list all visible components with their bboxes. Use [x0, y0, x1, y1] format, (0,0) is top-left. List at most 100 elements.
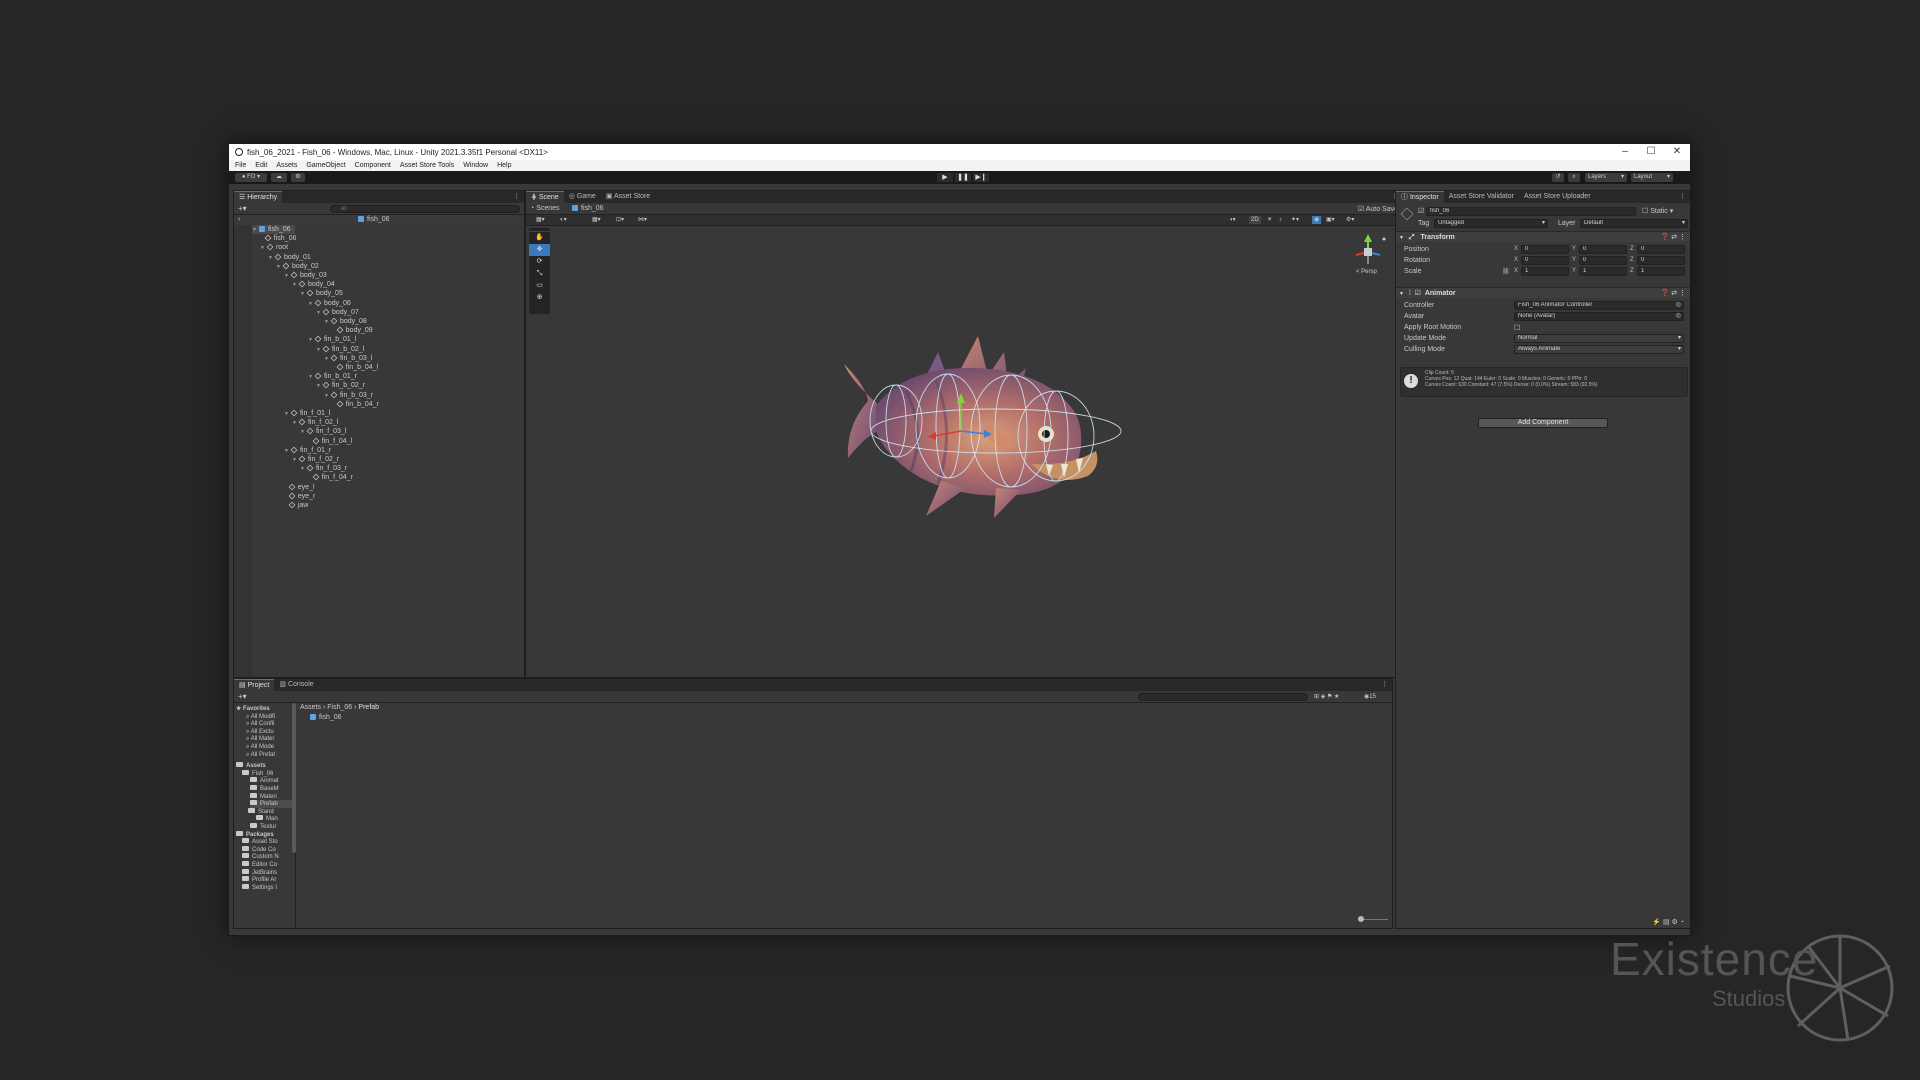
- hierarchy-item[interactable]: ▼ fin_f_01_r: [284, 446, 331, 455]
- chevron-down-icon[interactable]: ▾: [1678, 335, 1681, 342]
- scenes-breadcrumb[interactable]: ◔ Scenes: [530, 205, 560, 212]
- foldout-arrow-icon[interactable]: ▼: [260, 245, 265, 251]
- hierarchy-item[interactable]: ▼ root: [260, 243, 288, 252]
- search-icon[interactable]: ⌕: [1568, 173, 1580, 182]
- object-picker-icon[interactable]: ◎: [1676, 313, 1681, 320]
- hidden-objects-toggle[interactable]: ◉: [1312, 216, 1322, 224]
- foldout-arrow-icon[interactable]: ▼: [324, 356, 329, 362]
- maximize-button[interactable]: ☐: [1638, 144, 1664, 160]
- grid-snapping-dropdown[interactable]: ▦▾: [592, 215, 601, 226]
- hierarchy-search-input[interactable]: All: [330, 205, 520, 213]
- account-dropdown[interactable]: ● FO ▾: [235, 173, 267, 182]
- shading-dropdown[interactable]: ◑▾: [1229, 215, 1236, 226]
- hierarchy-item[interactable]: fish_06: [260, 234, 296, 243]
- chevron-down-icon[interactable]: ▾: [1678, 346, 1681, 353]
- hierarchy-item[interactable]: eye_l: [284, 483, 315, 492]
- status-bar-icons[interactable]: ⚡ ▤ ⚙ ◔: [1652, 918, 1684, 926]
- hierarchy-item[interactable]: fin_b_04_l: [332, 363, 378, 372]
- menu-assets[interactable]: Assets: [276, 162, 297, 169]
- foldout-arrow-icon[interactable]: ▼: [316, 383, 321, 389]
- component-menu-icons[interactable]: ❓ ⇄ ⋮: [1661, 232, 1686, 243]
- menu-edit[interactable]: Edit: [255, 162, 267, 169]
- foldout-arrow-icon[interactable]: ▼: [292, 420, 297, 426]
- transform-rotation-z-field[interactable]: 0: [1637, 256, 1685, 265]
- hierarchy-item[interactable]: ▼ body_02: [276, 262, 319, 271]
- breadcrumb-assets[interactable]: Assets: [300, 704, 321, 711]
- hierarchy-item[interactable]: ▼ body_07: [316, 308, 359, 317]
- foldout-arrow-icon[interactable]: ▼: [316, 347, 321, 353]
- favorite-search-item[interactable]: ⌕ All Prefat: [246, 751, 275, 759]
- file-item[interactable]: fish_06: [310, 714, 342, 721]
- hierarchy-item[interactable]: ▼ fin_f_02_r: [292, 455, 339, 464]
- increment-snap-dropdown[interactable]: ⊡▾: [616, 215, 624, 226]
- minimize-button[interactable]: –: [1612, 144, 1638, 160]
- transform-scale-z-field[interactable]: 1: [1637, 267, 1685, 276]
- constrain-proportions-icon[interactable]: ⛓: [1502, 268, 1510, 275]
- effects-dropdown[interactable]: ✦▾: [1291, 215, 1299, 226]
- transform-position-z-field[interactable]: 0: [1637, 245, 1685, 254]
- object-picker-icon[interactable]: ◎: [1676, 302, 1681, 309]
- foldout-arrow-icon[interactable]: ▼: [284, 273, 289, 279]
- hierarchy-item[interactable]: ▼ body_08: [324, 317, 367, 326]
- foldout-arrow-icon[interactable]: ▼: [316, 310, 321, 316]
- audio-toggle-icon[interactable]: ♪: [1279, 215, 1282, 226]
- hierarchy-item[interactable]: eye_r: [284, 492, 315, 501]
- layout-dropdown[interactable]: Layout ▾: [1631, 173, 1673, 182]
- pause-button[interactable]: ❚❚: [955, 173, 971, 182]
- active-checkbox[interactable]: ☑: [1418, 207, 1424, 215]
- render-mode-dropdown[interactable]: ◐▾: [560, 215, 567, 226]
- transform-scale-x-field[interactable]: 1: [1521, 267, 1569, 276]
- hierarchy-item[interactable]: jaw: [284, 501, 308, 510]
- layers-dropdown[interactable]: Layers ▾: [1585, 173, 1627, 182]
- animator-prop-field[interactable]: None (Avatar) ◎: [1514, 312, 1684, 321]
- static-toggle[interactable]: ☐ Static ▾: [1642, 207, 1673, 215]
- tab-inspector[interactable]: ⓘ Inspector: [1396, 191, 1444, 203]
- menu-gameobject[interactable]: GameObject: [306, 162, 345, 169]
- hierarchy-item[interactable]: ▼ fin_b_01_l: [308, 335, 356, 344]
- tab-asset-store[interactable]: ▣ Asset Store: [601, 191, 655, 203]
- hierarchy-item[interactable]: fin_b_04_r: [332, 400, 379, 409]
- hierarchy-item[interactable]: fin_f_04_r: [308, 473, 353, 482]
- back-arrow-icon[interactable]: ‹: [238, 216, 240, 223]
- animator-prop-field[interactable]: Always Animate ▾: [1514, 345, 1684, 354]
- package-folder-item[interactable]: Settings I: [242, 883, 277, 892]
- foldout-arrow-icon[interactable]: ▼: [308, 301, 313, 307]
- tab-asset-store-validator[interactable]: Asset Store Validator: [1444, 191, 1519, 203]
- animator-prop-field[interactable]: Normal ▾: [1514, 334, 1684, 343]
- hierarchy-item[interactable]: ▼ fin_b_02_l: [316, 345, 364, 354]
- foldout-arrow-icon[interactable]: ▼: [300, 429, 305, 435]
- draw-mode-dropdown[interactable]: ▦▾: [536, 215, 545, 226]
- hierarchy-item[interactable]: ▼ body_04: [292, 280, 335, 289]
- component-menu-icons[interactable]: ❓ ⇄ ⋮: [1661, 288, 1686, 299]
- hierarchy-item[interactable]: fin_f_04_l: [308, 437, 352, 446]
- breadcrumb-fish06[interactable]: Fish_06: [327, 704, 352, 711]
- projection-label[interactable]: < Persp: [1356, 269, 1377, 275]
- apply-root-motion-checkbox[interactable]: ☐: [1514, 324, 1520, 332]
- hierarchy-item[interactable]: ▼ fin_b_03_r: [324, 391, 373, 400]
- tab-game[interactable]: ◎ Game: [564, 191, 601, 203]
- hierarchy-item[interactable]: ▼ fin_b_01_r: [308, 372, 357, 381]
- tab-console[interactable]: ▥ Console: [274, 679, 318, 691]
- close-button[interactable]: ✕: [1664, 144, 1690, 160]
- hierarchy-item[interactable]: ▼ body_01: [268, 253, 311, 262]
- cloud-icon[interactable]: ☁: [271, 173, 287, 182]
- animator-enabled-checkbox[interactable]: ☑: [1415, 290, 1421, 297]
- foldout-arrow-icon[interactable]: ▼: [292, 457, 297, 463]
- hierarchy-item[interactable]: body_09: [332, 326, 373, 335]
- prefab-breadcrumb[interactable]: fish_06: [358, 216, 390, 223]
- scene-orientation-gizmo[interactable]: [1355, 234, 1386, 264]
- animator-header[interactable]: ▼ ⫶ ☑ Animator ❓ ⇄ ⋮: [1396, 287, 1690, 298]
- gizmo-handle-dropdown[interactable]: ⋈▾: [638, 215, 647, 226]
- menu-asset-store-tools[interactable]: Asset Store Tools: [400, 162, 454, 169]
- history-icon[interactable]: ↺: [1552, 173, 1564, 182]
- hierarchy-item[interactable]: ▼ fish_06: [252, 225, 295, 234]
- breadcrumb-prefab[interactable]: Prefab: [358, 704, 379, 711]
- transform-header[interactable]: ▼ ⤢ Transform ❓ ⇄ ⋮: [1396, 231, 1690, 242]
- foldout-arrow-icon[interactable]: ▼: [300, 466, 305, 472]
- tab-hierarchy[interactable]: ☰ Hierarchy: [234, 191, 283, 203]
- foldout-arrow-icon[interactable]: ▼: [324, 393, 329, 399]
- hierarchy-item[interactable]: ▼ fin_b_03_l: [324, 354, 372, 363]
- create-add-icon[interactable]: +▾: [238, 692, 247, 701]
- create-add-icon[interactable]: +▾: [238, 204, 247, 213]
- 2d-toggle[interactable]: 2D: [1249, 216, 1261, 224]
